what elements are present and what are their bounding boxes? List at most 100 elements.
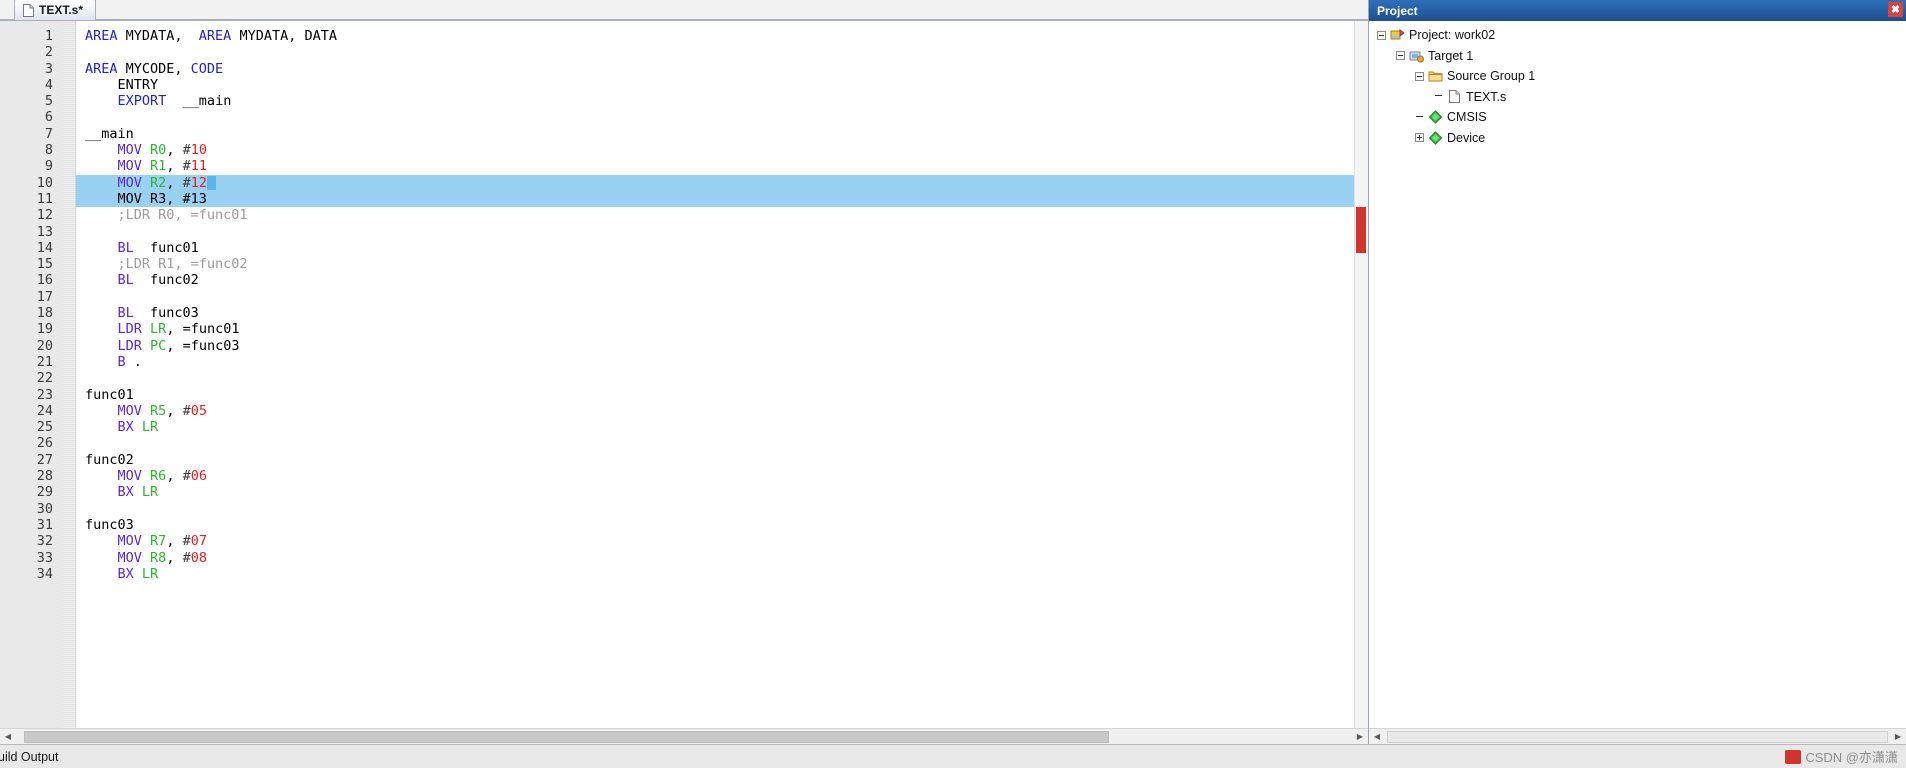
code-line[interactable]	[76, 370, 1368, 386]
line-number: 24	[36, 402, 53, 419]
project-hscroll-thumb[interactable]	[1387, 730, 1888, 743]
close-icon[interactable]: ✖	[1888, 2, 1903, 17]
main-split: TEXT.s* 1 2 3 4 5 6 7 8 9 10 11 12 13 14 15 16 17 18 19 20 2…	[0, 0, 1906, 744]
code-line[interactable]: EXPORT __main	[76, 93, 1368, 109]
tree-item[interactable]: Target 1	[1369, 46, 1906, 67]
line-number: 16	[36, 272, 53, 289]
code-line[interactable]	[76, 501, 1368, 517]
collapse-minus-icon[interactable]	[1377, 30, 1386, 40]
code-token: EXPORT	[117, 93, 167, 110]
collapse-minus-icon[interactable]	[1396, 51, 1405, 61]
line-number: 27	[36, 451, 53, 468]
line-number: 15	[36, 256, 53, 273]
code-token: LR	[141, 565, 159, 582]
collapse-minus-icon[interactable]	[1415, 71, 1424, 81]
code-token: 06	[190, 468, 207, 485]
code-line[interactable]: BX LR	[76, 419, 1368, 435]
editor-vertical-scrollbar-thumb[interactable]	[1356, 207, 1366, 253]
code-line[interactable]: MOV R1, #11	[76, 158, 1368, 174]
tree-item[interactable]: Project: work02	[1369, 25, 1906, 46]
project-scroll-right-icon[interactable]: ▶	[1890, 729, 1906, 745]
code-line[interactable]	[76, 435, 1368, 451]
project-horizontal-scrollbar[interactable]: ◀ ▶	[1369, 728, 1906, 744]
code-line[interactable]	[76, 289, 1368, 305]
code-token: ,	[166, 549, 183, 566]
editor-hscroll-thumb[interactable]	[24, 730, 1109, 743]
code-line[interactable]	[76, 224, 1368, 240]
code-line[interactable]: MOV R5, #05	[76, 403, 1368, 419]
file-icon	[1447, 89, 1462, 104]
code-line[interactable]: MOV R0, #10	[76, 142, 1368, 158]
tree-item[interactable]: TEXT.s	[1369, 87, 1906, 108]
line-number: 30	[36, 500, 53, 517]
line-number: 12	[36, 207, 53, 224]
tree-item-label: Source Group 1	[1447, 69, 1536, 83]
line-number: 17	[36, 288, 53, 305]
code-line[interactable]: MOV R6, #06	[76, 468, 1368, 484]
breakpoint-margin[interactable]	[62, 21, 76, 728]
tree-item[interactable]: CMSIS	[1369, 107, 1906, 128]
code-line[interactable]: MOV R2, #12	[76, 174, 1368, 191]
code-line[interactable]: LDR LR, =func01	[76, 321, 1368, 337]
editor-horizontal-scrollbar[interactable]: ◀ ▶	[0, 728, 1368, 744]
code-line[interactable]: MOV R8, #08	[76, 550, 1368, 566]
tree-item[interactable]: Source Group 1	[1369, 66, 1906, 87]
code-line[interactable]: BL func02	[76, 272, 1368, 288]
code-line[interactable]: ;LDR R1, =func02	[76, 256, 1368, 272]
scroll-right-icon[interactable]: ▶	[1352, 729, 1368, 745]
code-token: ,	[166, 142, 183, 159]
code-token: MOV	[117, 142, 142, 159]
tree-item[interactable]: Device	[1369, 128, 1906, 149]
code-line[interactable]: BL func01	[76, 240, 1368, 256]
code-token: __main	[85, 125, 134, 142]
editor-hscroll-track[interactable]	[16, 729, 1352, 745]
code-line[interactable]: BX LR	[76, 484, 1368, 500]
editor-tab-text-s[interactable]: TEXT.s*	[14, 0, 97, 20]
code-line[interactable]: B .	[76, 354, 1368, 370]
code-token: #	[182, 142, 191, 159]
code-line[interactable]: func01	[76, 387, 1368, 403]
project-hscroll-track[interactable]	[1385, 729, 1890, 745]
code-line[interactable]: ;LDR R0, =func01	[76, 207, 1368, 223]
code-line[interactable]: BX LR	[76, 566, 1368, 582]
code-token: AREA	[85, 60, 118, 77]
code-token: func02	[133, 272, 199, 289]
editor-vertical-scrollbar[interactable]	[1354, 21, 1368, 728]
code-token: MOV	[117, 402, 142, 419]
code-line[interactable]: ENTRY	[76, 77, 1368, 93]
code-token: ,	[166, 174, 183, 191]
code-token: LR	[141, 484, 159, 501]
line-number: 33	[36, 549, 53, 566]
code-line[interactable]: AREA MYDATA, AREA MYDATA, DATA	[76, 28, 1368, 44]
scroll-left-icon[interactable]: ◀	[0, 729, 16, 745]
code-line[interactable]: MOV R3, #13	[76, 190, 1368, 208]
tree-item-label: TEXT.s	[1466, 89, 1507, 104]
line-number: 32	[36, 533, 53, 550]
code-token: , =func03	[166, 337, 240, 354]
code-line[interactable]: AREA MYCODE, CODE	[76, 61, 1368, 77]
code-token: MOV R3, #13	[85, 190, 207, 207]
target-icon	[1409, 48, 1424, 63]
line-number: 13	[36, 223, 53, 240]
code-line[interactable]	[76, 109, 1368, 125]
line-number: 8	[44, 142, 53, 159]
code-token: 10	[190, 142, 207, 159]
code-line[interactable]: LDR PC, =func03	[76, 338, 1368, 354]
project-scroll-left-icon[interactable]: ◀	[1369, 729, 1385, 745]
code-line[interactable]: func02	[76, 452, 1368, 468]
code-text-area[interactable]: AREA MYDATA, AREA MYDATA, DATA AREA MYCO…	[76, 21, 1368, 728]
code-line[interactable]: func03	[76, 517, 1368, 533]
code-token: B	[117, 353, 126, 370]
code-line[interactable]	[76, 44, 1368, 60]
code-token: func01	[85, 386, 134, 403]
expand-plus-icon[interactable]	[1415, 133, 1424, 143]
code-line[interactable]: MOV R7, #07	[76, 533, 1368, 549]
code-token: 05	[190, 402, 207, 419]
code-line[interactable]: BL func03	[76, 305, 1368, 321]
code-line[interactable]: __main	[76, 126, 1368, 142]
